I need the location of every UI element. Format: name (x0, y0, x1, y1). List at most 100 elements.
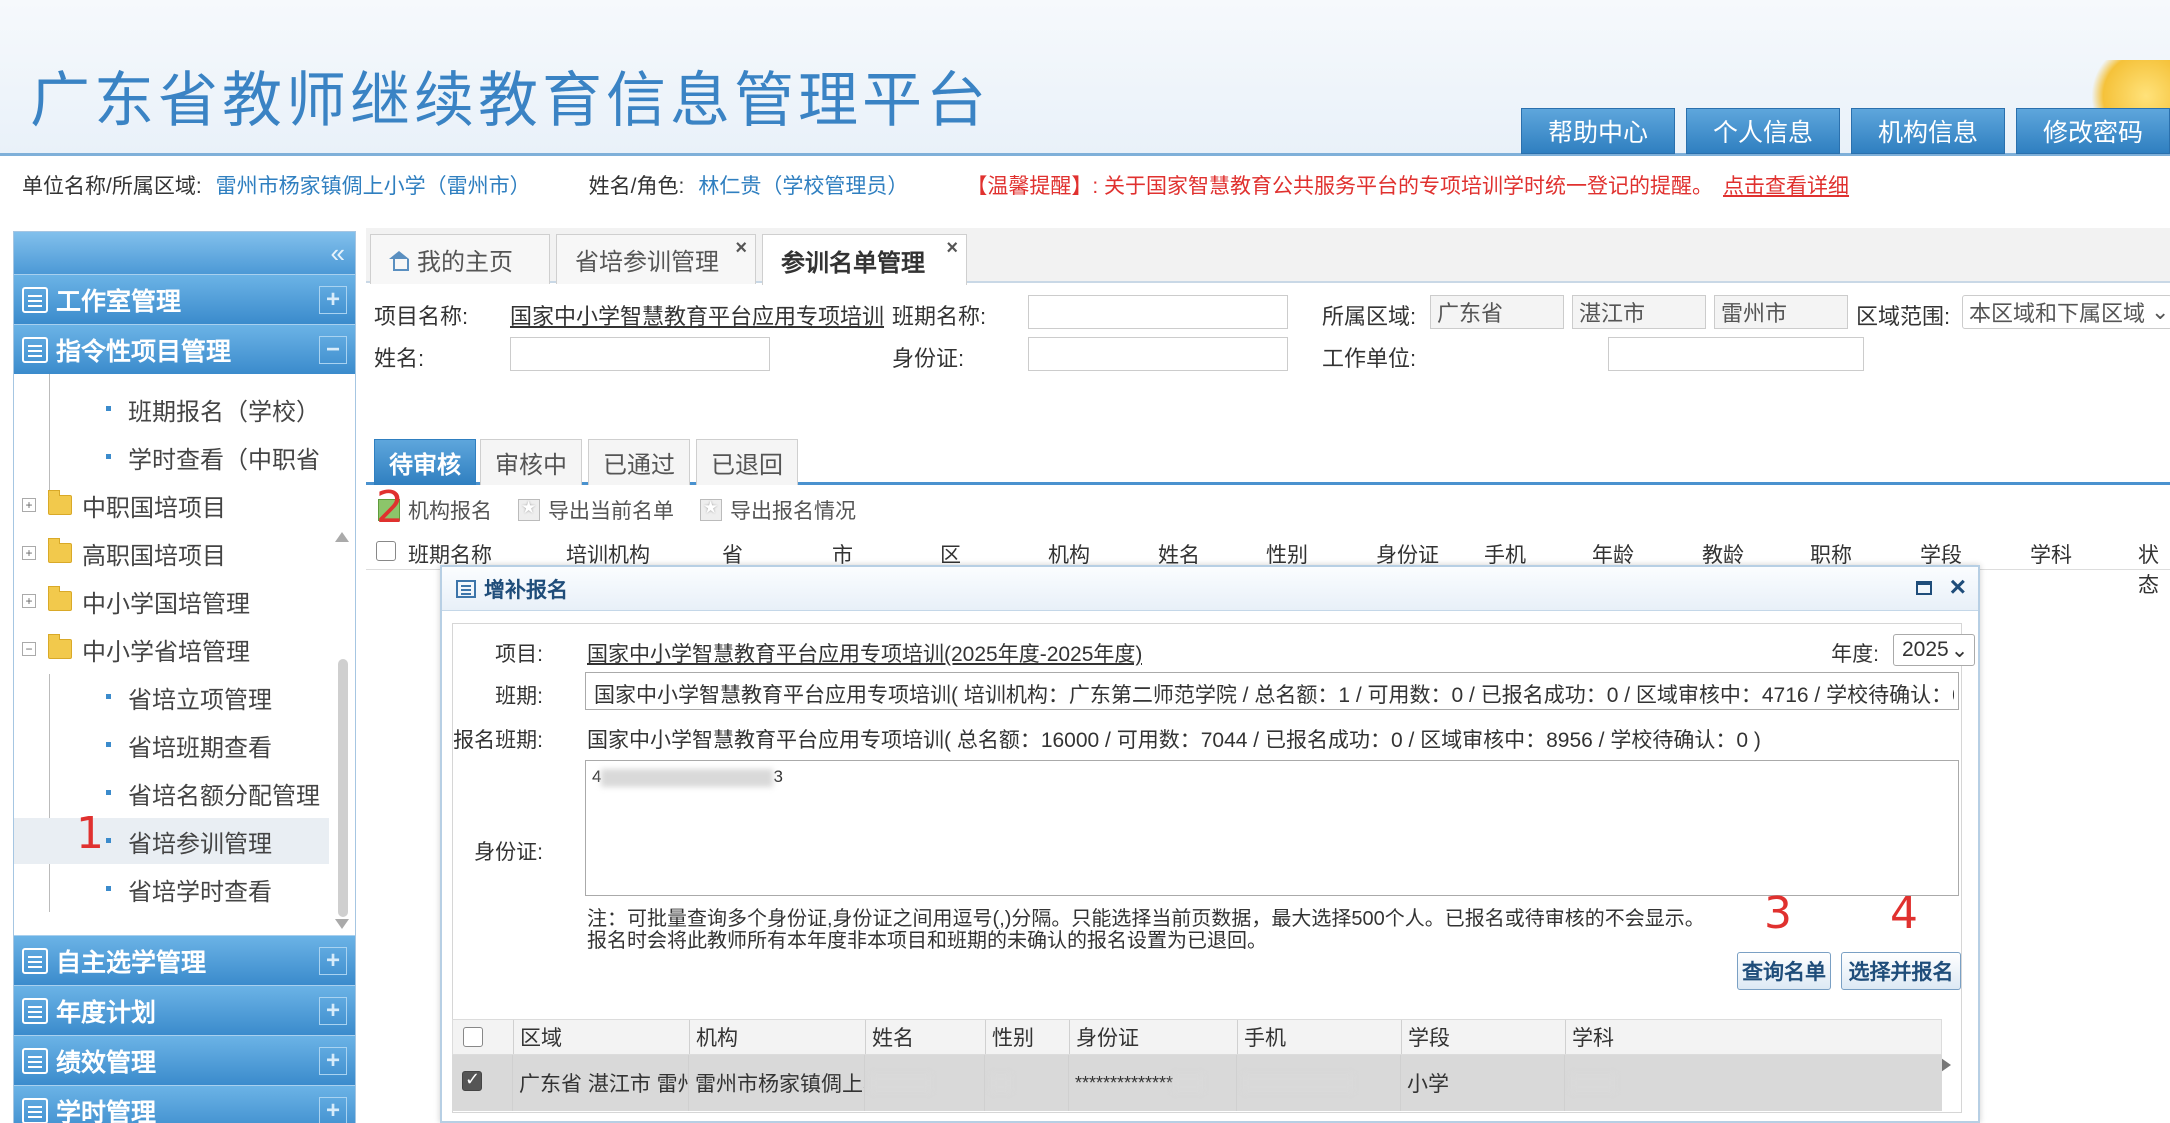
select-all-checkbox[interactable] (376, 541, 396, 561)
tab-provincial-participants[interactable]: 省培参训管理 × (556, 234, 756, 284)
sidebar-section-label: 工作室管理 (56, 287, 182, 316)
scroll-up-arrow[interactable] (335, 532, 349, 542)
sidebar-item-vocational-national[interactable]: + 中职国培项目 (14, 482, 329, 528)
tab-reviewing[interactable]: 审核中 (480, 439, 582, 485)
maximize-icon[interactable] (1916, 581, 1932, 595)
name-label: 姓名: (374, 346, 425, 371)
select-and-signup-button[interactable]: 选择并报名 (1841, 952, 1961, 990)
class-select[interactable]: 国家中小学智慧教育平台应用专项培训( 培训机构：广东第二师范学院 / 总名额：1… (585, 672, 1959, 710)
table-row[interactable]: 广东省 湛江市 雷州市 雷州市杨家镇倜上小学 ************** 小学 (452, 1055, 1942, 1111)
personal-info-button[interactable]: 个人信息 (1686, 108, 1840, 154)
sidebar-tree: 班期报名（学校） 学时查看（中职省 + 中职国培项目 + 高职国培项目 + 中小学国培… (14, 374, 355, 935)
sidebar-section-hours[interactable]: 学时管理 + (14, 1085, 355, 1123)
collapse-icon[interactable]: « (331, 238, 345, 269)
sidebar-item-class-signup[interactable]: 班期报名（学校） (14, 386, 329, 432)
list-icon (22, 336, 48, 363)
change-password-button[interactable]: 修改密码 (2016, 108, 2170, 154)
sidebar-item-k12-provincial[interactable]: − 中小学省培管理 (14, 626, 329, 672)
export-list-button[interactable]: 导出当前名单 (518, 495, 674, 525)
sidebar-item-hours-view[interactable]: 省培学时查看 (14, 866, 329, 912)
sidebar-section-studio[interactable]: 工作室管理 + (14, 274, 355, 324)
expand-icon[interactable]: + (319, 1047, 347, 1075)
redacted-blur (601, 768, 774, 787)
unit-label: 单位名称/所属区域: (22, 175, 202, 198)
dlg-project-label: 项目: (495, 643, 543, 666)
sidebar-section-annual-plan[interactable]: 年度计划 + (14, 985, 355, 1035)
expand-icon[interactable]: + (319, 997, 347, 1025)
redacted-subject (1571, 1074, 1615, 1092)
list-icon (22, 286, 48, 313)
work-unit-input[interactable] (1608, 337, 1864, 371)
annotation-1: 1 (76, 808, 104, 859)
sidebar-section-label: 指令性项目管理 (56, 337, 232, 366)
help-center-button[interactable]: 帮助中心 (1521, 108, 1675, 154)
county-field[interactable]: 雷州市 (1714, 295, 1848, 329)
scroll-down-arrow[interactable] (335, 919, 349, 929)
scope-label: 区域范围: (1856, 304, 1951, 329)
province-field[interactable]: 广东省 (1430, 295, 1564, 329)
row-checkbox[interactable] (462, 1069, 482, 1091)
year-select[interactable]: 2025 ⌄ (1893, 634, 1975, 666)
sidebar-item-quota-allocation[interactable]: 省培名额分配管理 (14, 770, 329, 816)
sidebar-section-performance[interactable]: 绩效管理 + (14, 1035, 355, 1085)
dlg-project-value[interactable]: 国家中小学智慧教育平台应用专项培训(2025年度-2025年度) (587, 638, 1142, 668)
id-card-textarea[interactable]: 43 (585, 760, 1959, 896)
year-label: 年度: (1831, 643, 1879, 666)
sidebar-item-class-view[interactable]: 省培班期查看 (14, 722, 329, 768)
sidebar: « 工作室管理 + 指令性项目管理 − 班期报名（学校） 学时查看（中职省 + 中… (13, 231, 356, 1123)
tab-home[interactable]: 我的主页 (370, 234, 550, 284)
annotation-4: 4 (1890, 888, 1918, 939)
unit-value: 雷州市杨家镇倜上小学（雷州市） (215, 175, 531, 198)
project-name-label: 项目名称: (374, 304, 469, 329)
toolbar: 机构报名 导出当前名单 导出报名情况 (366, 490, 870, 530)
scope-select[interactable]: 本区域和下属区域 ⌄ (1962, 295, 2170, 329)
name-input[interactable] (510, 337, 770, 371)
list-icon (22, 997, 48, 1024)
expand-icon[interactable]: + (319, 286, 347, 314)
scroll-right-arrow[interactable] (1941, 1058, 1951, 1072)
class-name-input[interactable] (1028, 295, 1288, 329)
sidebar-item-participant-mgmt[interactable]: 省培参训管理 (14, 818, 329, 864)
info-bar: 单位名称/所属区域: 雷州市杨家镇倜上小学（雷州市） 姓名/角色: 林仁贵（学校… (0, 159, 2170, 211)
export-signup-button[interactable]: 导出报名情况 (700, 495, 856, 525)
tab-bar: 我的主页 省培参训管理 × 参训名单管理 × (366, 228, 2170, 285)
home-icon (389, 250, 409, 271)
tab-participant-list[interactable]: 参训名单管理 × (762, 234, 967, 285)
expand-icon[interactable]: + (319, 947, 347, 975)
close-icon[interactable]: × (1950, 571, 1966, 603)
dialog-header: 增补报名 × (442, 567, 1978, 611)
close-icon[interactable]: × (946, 237, 958, 260)
sidebar-item-vocational-hours[interactable]: 学时查看（中职省 (14, 434, 329, 480)
city-field[interactable]: 湛江市 (1572, 295, 1706, 329)
tab-pending[interactable]: 待审核 (374, 439, 476, 485)
sidebar-item-project-setup[interactable]: 省培立项管理 (14, 674, 329, 720)
sidebar-scrollbar[interactable] (338, 659, 348, 917)
region-label: 所属区域: (1322, 304, 1417, 329)
reg-class-label: 报名班期: (453, 729, 543, 752)
tab-returned[interactable]: 已退回 (696, 439, 798, 485)
results-header: 区域 机构 姓名 性别 身份证 手机 学段 学科 (452, 1019, 1942, 1055)
list-icon (22, 1097, 48, 1123)
note-line-2: 报名时会将此教师所有本年度非本项目和班期的未确认的报名设置为已退回。 (587, 930, 1267, 952)
role-value: 林仁贵（学校管理员） (698, 175, 909, 198)
reg-class-value: 国家中小学智慧教育平台应用专项培训( 总名额：16000 / 可用数：7044 … (587, 729, 1761, 752)
collapse-section-icon[interactable]: − (319, 336, 347, 364)
select-all-checkbox[interactable] (463, 1027, 483, 1047)
id-card-input[interactable] (1028, 337, 1288, 371)
sidebar-item-k12-national[interactable]: + 中小学国培管理 (14, 578, 329, 624)
sidebar-section-directive[interactable]: 指令性项目管理 − (14, 324, 355, 374)
expand-icon[interactable]: + (319, 1097, 347, 1123)
list-icon (22, 1047, 48, 1074)
filter-panel: 项目名称: 国家中小学智慧教育平台应用专项培训 班期名称: 所属区域: 广东省 … (366, 285, 2170, 425)
tab-approved[interactable]: 已通过 (588, 439, 690, 485)
notice-detail-link[interactable]: 点击查看详细 (1723, 170, 1849, 200)
dlg-class-label: 班期: (495, 685, 543, 708)
close-icon[interactable]: × (735, 237, 747, 260)
sidebar-section-elective[interactable]: 自主选学管理 + (14, 935, 355, 985)
annotation-2: 2 (376, 482, 404, 533)
sidebar-item-higher-national[interactable]: + 高职国培项目 (14, 530, 329, 576)
project-name-link[interactable]: 国家中小学智慧教育平台应用专项培训 (510, 299, 884, 331)
redacted-id (1173, 1074, 1204, 1092)
org-info-button[interactable]: 机构信息 (1851, 108, 2005, 154)
query-list-button[interactable]: 查询名单 (1737, 952, 1831, 990)
